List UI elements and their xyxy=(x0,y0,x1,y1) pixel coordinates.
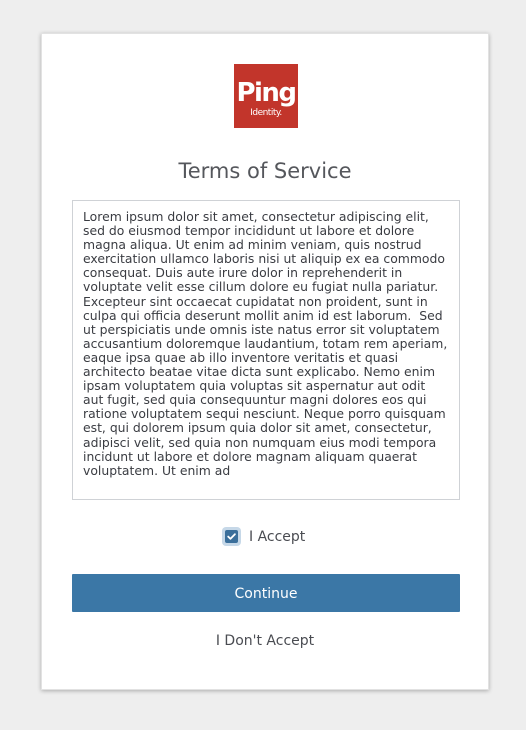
decline-link[interactable]: I Don't Accept xyxy=(42,632,488,650)
logo-word: Ping xyxy=(236,78,297,108)
continue-button[interactable]: Continue xyxy=(72,574,460,612)
accept-checkbox[interactable] xyxy=(222,527,241,546)
page-title: Terms of Service xyxy=(178,159,352,183)
logo-subtext: Identity. xyxy=(250,108,282,118)
terms-text-box[interactable]: Lorem ipsum dolor sit amet, consectetur … xyxy=(72,200,460,500)
accept-row: I Accept xyxy=(42,526,488,548)
check-icon xyxy=(227,533,236,540)
terms-card: Ping Identity. Terms of Service Lorem ip… xyxy=(41,33,489,690)
accept-label[interactable]: I Accept xyxy=(249,528,305,546)
ping-identity-logo: Ping Identity. xyxy=(234,64,298,128)
